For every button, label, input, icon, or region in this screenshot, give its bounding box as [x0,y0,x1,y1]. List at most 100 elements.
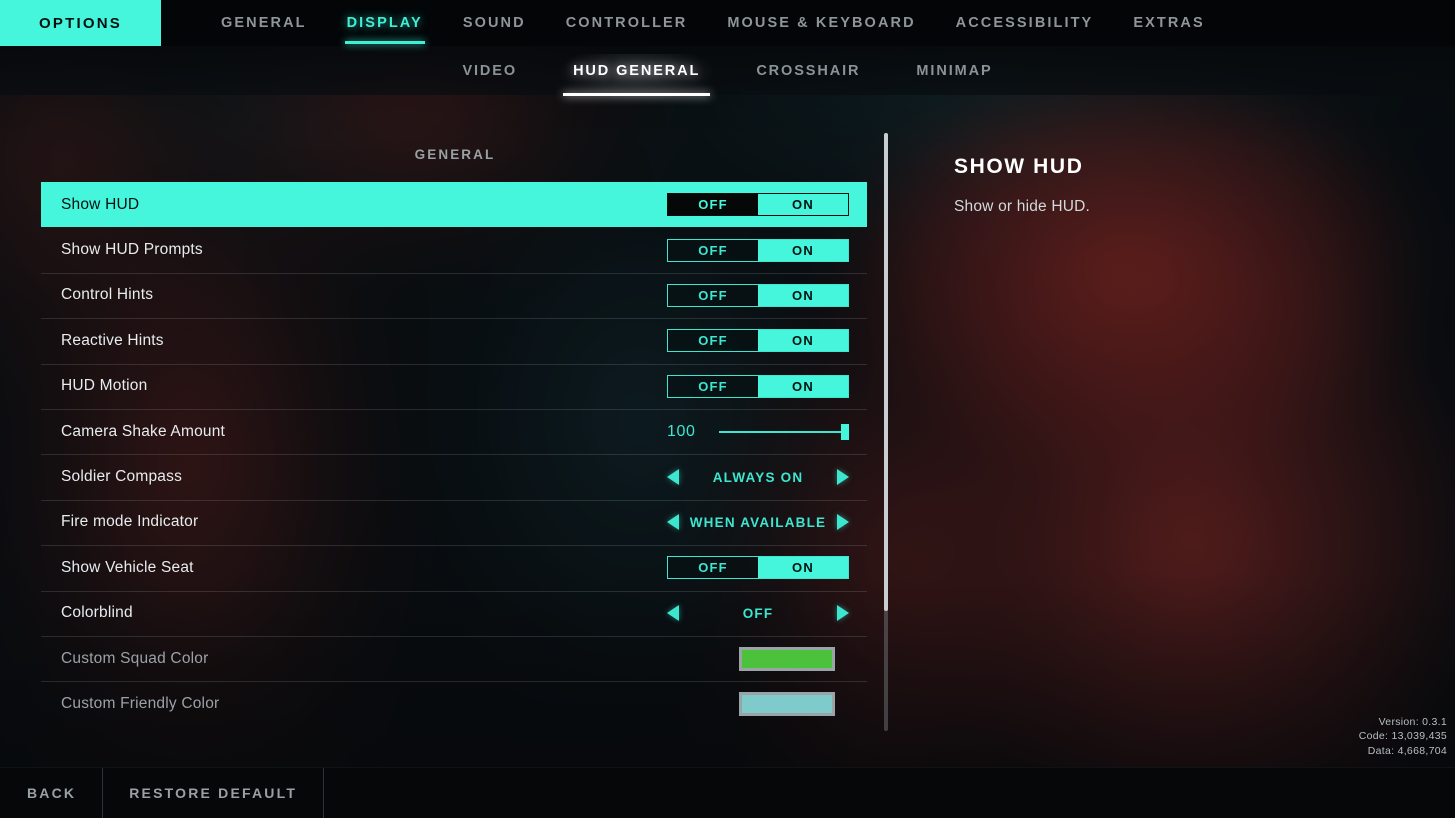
top-nav-item-sound[interactable]: SOUND [443,0,546,46]
chevron-left-icon[interactable] [667,514,679,531]
version-line: Version: 0.3.1 [1378,715,1447,728]
setting-control: OFF ON [667,182,849,227]
toggle-on-option[interactable]: ON [758,330,848,352]
toggle-off-option[interactable]: OFF [668,240,758,261]
slider-value: 100 [667,422,696,440]
setting-label: Control Hints [61,286,154,304]
info-panel: SHOW HUD Show or hide HUD. Version: 0.3.… [910,95,1455,768]
top-nav-item-display[interactable]: DISPLAY [327,0,443,46]
toggle-off-option[interactable]: OFF [668,194,758,215]
setting-label: Colorblind [61,604,133,622]
toggle-on-option[interactable]: ON [758,375,848,397]
spinner-value: WHEN AVAILABLE [689,514,827,530]
options-screen: OPTIONS GENERAL DISPLAY SOUND CONTROLLER MOU… [0,0,1455,818]
toggle-on-option[interactable]: ON [758,557,848,579]
chevron-left-icon[interactable] [667,469,679,486]
setting-row-show-vehicle-seat[interactable]: Show Vehicle Seat OFF ON [41,545,867,590]
toggle-off-option[interactable]: OFF [668,330,758,351]
toggle-off-option[interactable]: OFF [668,376,758,397]
top-nav-items: GENERAL DISPLAY SOUND CONTROLLER MOUSE & KEY… [161,0,1225,46]
setting-control: WHEN AVAILABLE [667,500,849,545]
setting-label: Camera Shake Amount [61,422,226,440]
spinner-soldier-compass[interactable]: ALWAYS ON [667,469,849,486]
info-description: Show or hide HUD. [954,198,1091,215]
info-title: SHOW HUD [954,155,1084,178]
toggle-show-hud-prompts[interactable]: OFF ON [667,238,849,262]
setting-row-control-hints[interactable]: Control Hints OFF ON [41,272,867,318]
setting-label: HUD Motion [61,377,148,395]
setting-label: Reactive Hints [61,331,164,349]
chevron-right-icon[interactable] [837,514,849,531]
slider-camera-shake-amount[interactable]: 100 [667,423,849,441]
settings-panel: GENERAL Show HUD OFF ON Show HUD Prompts OFF… [0,95,910,768]
restore-default-button[interactable]: RESTORE DEFAULT [103,768,325,818]
toggle-hud-motion[interactable]: OFF ON [667,374,849,398]
top-nav-item-mouse-keyboard[interactable]: MOUSE & KEYBOARD [707,0,935,46]
setting-control: OFF ON [667,227,849,272]
sub-nav-item-hud-general[interactable]: HUD GENERAL [559,53,715,101]
setting-row-camera-shake-amount[interactable]: Camera Shake Amount 100 [41,408,867,454]
sub-nav-item-video[interactable]: VIDEO [454,57,525,85]
settings-list: Show HUD OFF ON Show HUD Prompts OFF ON Contro… [41,182,867,727]
spinner-colorblind[interactable]: OFF [667,605,849,622]
top-nav-item-controller[interactable]: CONTROLLER [546,0,708,46]
toggle-off-option[interactable]: OFF [668,557,758,578]
setting-row-hud-motion[interactable]: HUD Motion OFF ON [41,363,867,409]
color-swatch-custom-friendly-color[interactable] [739,691,835,716]
setting-label: Custom Friendly Color [61,694,220,712]
sub-nav-items: VIDEO HUD GENERAL CROSSHAIR MINIMAP [454,53,1000,101]
setting-label: Show HUD [61,195,140,213]
slider-track[interactable] [719,423,849,440]
setting-control [739,681,849,726]
setting-control: OFF ON [667,318,849,363]
slider-handle[interactable] [841,423,849,440]
setting-control: OFF ON [667,364,849,409]
setting-label: Custom Squad Color [61,649,209,667]
sub-nav-item-minimap[interactable]: MINIMAP [908,57,1000,85]
setting-label: Fire mode Indicator [61,513,199,531]
toggle-off-option[interactable]: OFF [668,285,758,306]
top-navigation-bar: OPTIONS GENERAL DISPLAY SOUND CONTROLLER MOU… [0,0,1455,46]
setting-row-soldier-compass[interactable]: Soldier Compass ALWAYS ON [41,454,867,499]
top-nav-item-accessibility[interactable]: ACCESSIBILITY [936,0,1114,46]
toggle-control-hints[interactable]: OFF ON [667,283,849,307]
toggle-show-hud[interactable]: OFF ON [667,193,849,217]
options-title-badge: OPTIONS [0,0,161,46]
setting-control: ALWAYS ON [667,454,849,499]
sub-nav-item-crosshair[interactable]: CROSSHAIR [748,57,868,85]
toggle-reactive-hints[interactable]: OFF ON [667,329,849,353]
data-line: Data: 4,668,704 [1367,744,1447,757]
sub-navigation-bar: VIDEO HUD GENERAL CROSSHAIR MINIMAP [0,46,1455,101]
setting-label: Show Vehicle Seat [61,558,194,576]
setting-row-fire-mode-indicator[interactable]: Fire mode Indicator WHEN AVAILABLE [41,499,867,545]
spinner-value: OFF [742,605,774,621]
toggle-on-option[interactable]: ON [758,239,848,261]
chevron-left-icon[interactable] [667,605,679,622]
bottom-action-bar: BACK RESTORE DEFAULT [0,767,1455,818]
toggle-on-option[interactable]: ON [758,284,848,306]
chevron-right-icon[interactable] [837,469,849,486]
scrollbar-thumb[interactable] [884,133,888,611]
version-info: Version: 0.3.1 Code: 13,039,435 Data: 4,… [1359,715,1447,759]
setting-row-show-hud[interactable]: Show HUD OFF ON [41,182,867,228]
spinner-fire-mode-indicator[interactable]: WHEN AVAILABLE [667,514,849,531]
settings-scrollbar[interactable] [884,133,888,731]
setting-row-reactive-hints[interactable]: Reactive Hints OFF ON [41,318,867,363]
setting-row-custom-squad-color[interactable]: Custom Squad Color [41,635,867,681]
setting-label: Show HUD Prompts [61,241,203,259]
setting-row-colorblind[interactable]: Colorblind OFF [41,590,867,636]
setting-row-show-hud-prompts[interactable]: Show HUD Prompts OFF ON [41,227,867,272]
setting-control: 100 [667,409,849,454]
chevron-right-icon[interactable] [837,605,849,622]
setting-control [739,636,849,681]
top-nav-item-extras[interactable]: EXTRAS [1113,0,1224,46]
back-button[interactable]: BACK [0,768,104,818]
setting-control: OFF ON [667,545,849,590]
top-nav-item-general[interactable]: GENERAL [201,0,327,46]
color-swatch-custom-squad-color[interactable] [739,646,835,671]
toggle-on-option[interactable]: ON [758,194,848,216]
setting-control: OFF [667,591,849,636]
section-header: GENERAL [414,147,496,162]
toggle-show-vehicle-seat[interactable]: OFF ON [667,556,849,580]
setting-row-custom-friendly-color[interactable]: Custom Friendly Color [41,681,867,726]
